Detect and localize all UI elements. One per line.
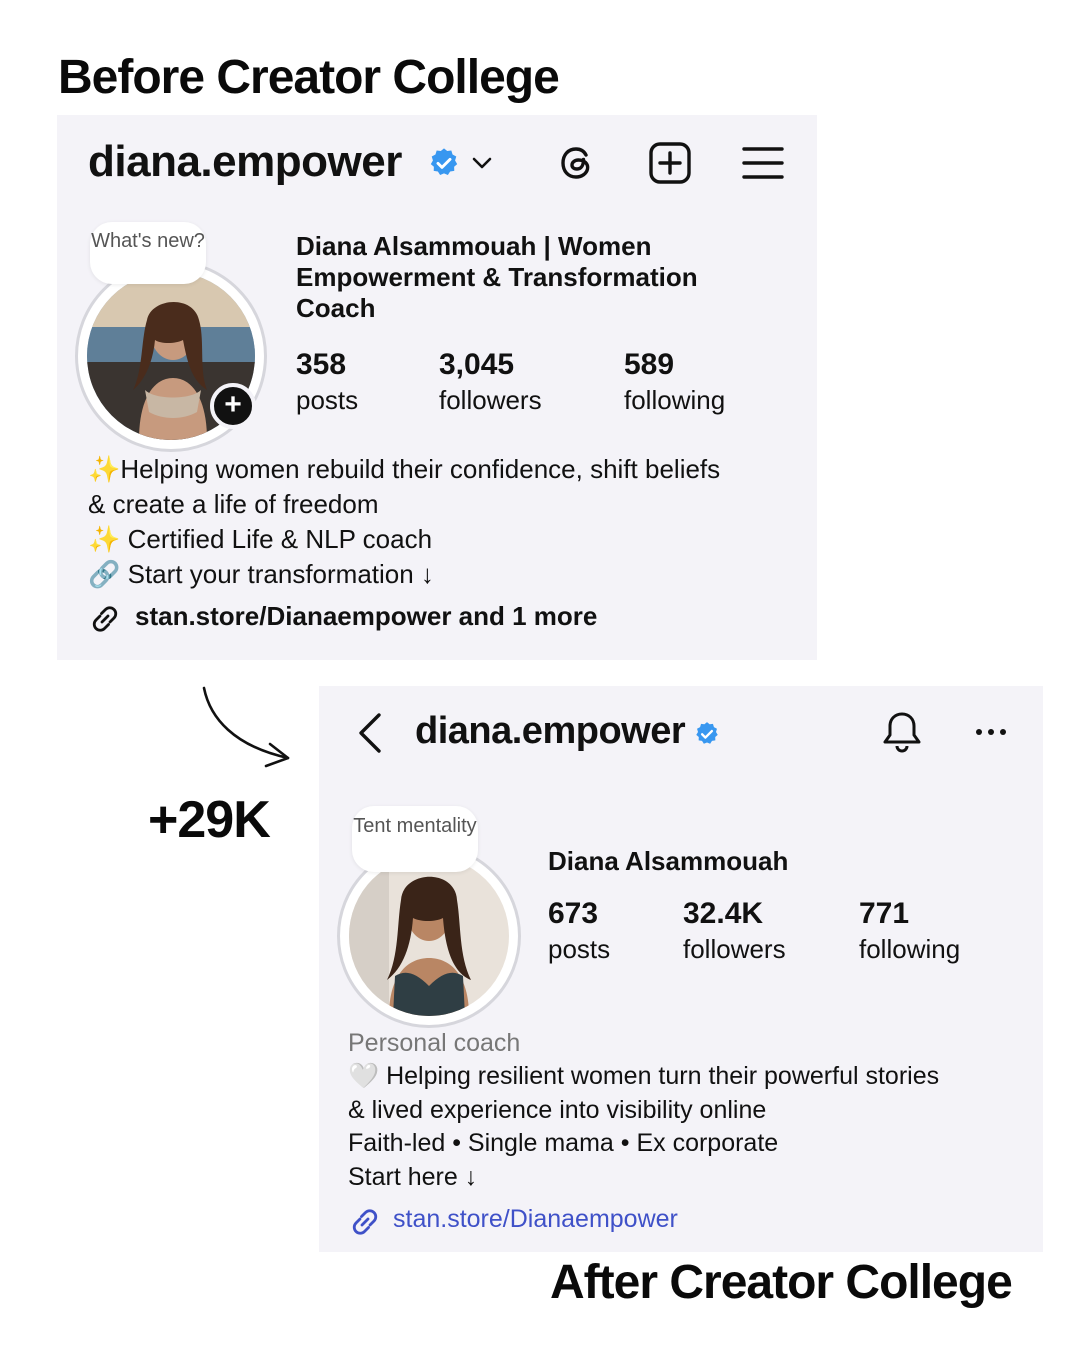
stat-value: 771 bbox=[859, 897, 910, 930]
note-bubble[interactable]: Tent mentality bbox=[352, 806, 478, 872]
after-profile-card: diana.empower Tent mentality Diana Alsam… bbox=[319, 686, 1043, 1252]
curved-arrow-icon bbox=[202, 686, 290, 768]
note-bubble[interactable]: What's new? bbox=[90, 222, 206, 284]
link-icon bbox=[92, 606, 118, 632]
stat-posts[interactable]: 673 posts bbox=[548, 896, 610, 966]
bio-line: Start here ↓ bbox=[348, 1163, 478, 1191]
verified-badge-icon bbox=[696, 722, 718, 744]
stat-value: 3,045 bbox=[439, 348, 515, 381]
verified-badge-icon bbox=[430, 148, 458, 175]
more-icon[interactable] bbox=[974, 726, 1008, 738]
follower-gain: +29K bbox=[148, 791, 271, 849]
display-name: Diana Alsammouah bbox=[548, 846, 789, 876]
stat-value: 358 bbox=[296, 348, 347, 381]
stat-label: following bbox=[624, 385, 726, 415]
bio-line: & create a life of freedom bbox=[88, 489, 379, 519]
stat-label: posts bbox=[548, 934, 611, 964]
back-icon[interactable] bbox=[357, 712, 383, 754]
note-text: What's new? bbox=[91, 230, 205, 252]
bio-line: ✨ Certified Life & NLP coach bbox=[88, 524, 433, 554]
stat-followers[interactable]: 3,045 followers bbox=[439, 347, 542, 417]
stat-value: 32.4K bbox=[683, 897, 764, 930]
stat-posts[interactable]: 358 posts bbox=[296, 347, 358, 417]
bio-line: & lived experience into visibility onlin… bbox=[348, 1096, 767, 1124]
username: diana.empower bbox=[415, 710, 686, 752]
bio-line: ✨Helping women rebuild their confidence,… bbox=[88, 454, 721, 484]
bell-icon[interactable] bbox=[881, 710, 923, 754]
category-label: Personal coach bbox=[348, 1029, 521, 1057]
note-text: Tent mentality bbox=[353, 815, 477, 837]
stat-following[interactable]: 771 following bbox=[859, 896, 960, 966]
after-heading: After Creator College bbox=[550, 1256, 1013, 1309]
profile-link[interactable]: stan.store/Dianaempower and 1 more bbox=[135, 601, 597, 632]
stat-followers[interactable]: 32.4K followers bbox=[683, 896, 786, 966]
stat-value: 673 bbox=[548, 897, 599, 930]
stat-value: 589 bbox=[624, 348, 675, 381]
before-heading: Before Creator College bbox=[58, 51, 560, 104]
menu-icon[interactable] bbox=[742, 145, 784, 181]
before-profile-card: diana.empower + What's new? Diana Alsamm… bbox=[57, 115, 817, 660]
bio-line: 🔗 Start your transformation ↓ bbox=[88, 559, 434, 589]
username[interactable]: diana.empower bbox=[88, 137, 402, 187]
stat-following[interactable]: 589 following bbox=[624, 347, 725, 417]
stat-label: followers bbox=[439, 385, 542, 415]
add-story-icon[interactable]: + bbox=[210, 383, 256, 429]
bio-line: Faith-led • Single mama • Ex corporate bbox=[348, 1129, 779, 1157]
bio-line: 🤍 Helping resilient women turn their pow… bbox=[348, 1062, 940, 1090]
display-name: Diana Alsammouah | Women Empowerment & T… bbox=[296, 231, 698, 323]
link-icon bbox=[352, 1209, 378, 1235]
new-post-icon[interactable] bbox=[648, 141, 692, 185]
stat-label: posts bbox=[296, 385, 359, 415]
stat-label: followers bbox=[683, 934, 786, 964]
chevron-down-icon[interactable] bbox=[470, 153, 494, 173]
threads-icon[interactable] bbox=[555, 141, 599, 185]
profile-link[interactable]: stan.store/Dianaempower bbox=[393, 1205, 678, 1234]
stat-label: following bbox=[859, 934, 961, 964]
avatar[interactable] bbox=[349, 856, 509, 1016]
